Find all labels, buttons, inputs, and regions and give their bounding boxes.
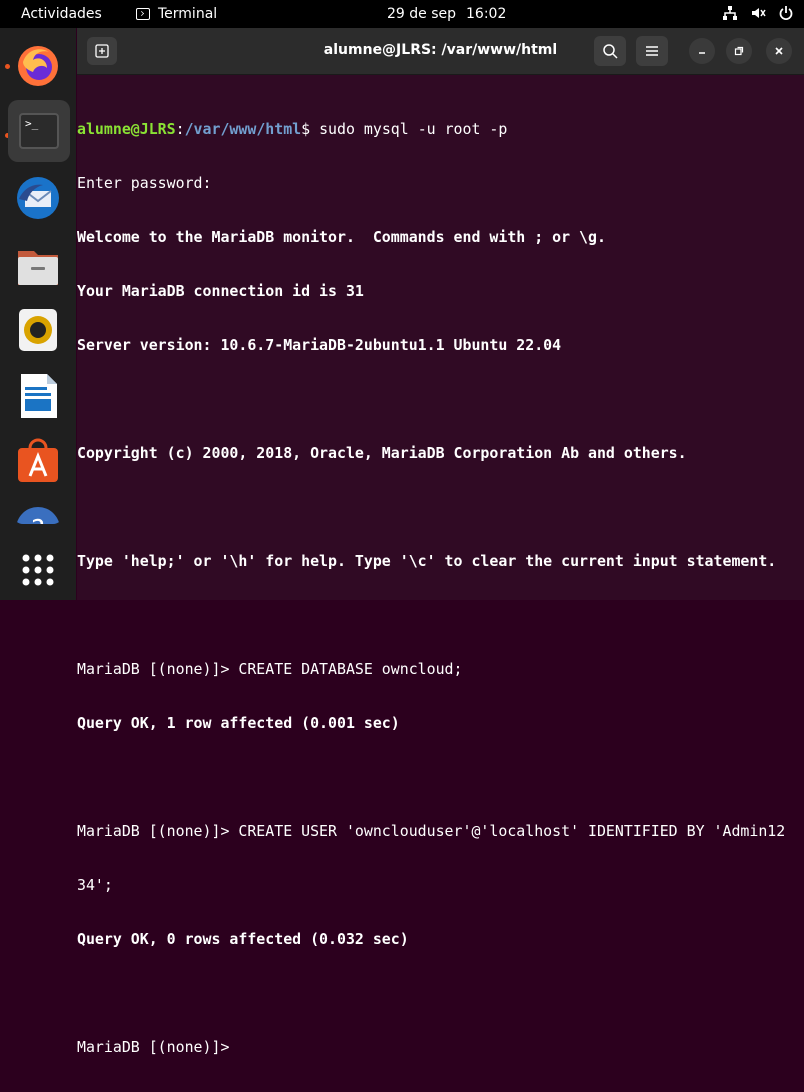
output-line: 34'; [77, 876, 113, 894]
prompt-line: alumne@JLRS:/var/www/html$ sudo mysql -u… [77, 120, 804, 138]
prompt-symbol: $ [301, 120, 311, 138]
activities-button[interactable]: Actividades [21, 6, 102, 22]
prompt-path: /var/www/html [184, 120, 302, 138]
output-line: Your MariaDB connection id is 31 [77, 282, 364, 300]
prompt-user: alumne@JLRS [77, 120, 176, 138]
output-line: Welcome to the MariaDB monitor. Commands… [77, 228, 606, 246]
output-line: MariaDB [(none)]> CREATE USER 'owncloudu… [77, 822, 786, 840]
firefox-icon[interactable] [13, 40, 63, 90]
close-icon [775, 47, 783, 55]
output-line: Type 'help;' or '\h' for help. Type '\c'… [77, 552, 777, 570]
search-button[interactable] [594, 36, 626, 66]
help-icon[interactable]: ? [13, 504, 63, 524]
app-name: Terminal [158, 6, 218, 22]
hamburger-icon [646, 46, 658, 56]
software-icon[interactable] [13, 438, 63, 488]
header-bar[interactable]: alumne@JLRS: /var/www/html [77, 28, 804, 75]
top-bar: Actividades Terminal 29 de sep 16:02 [0, 0, 804, 28]
output-line: Query OK, 1 row affected (0.001 sec) [77, 714, 400, 732]
volume-icon [750, 5, 766, 21]
menu-button[interactable] [636, 36, 668, 66]
close-button[interactable] [766, 38, 792, 64]
maximize-button[interactable] [726, 38, 752, 64]
files-icon[interactable] [13, 241, 63, 291]
rhythmbox-icon[interactable] [13, 305, 63, 355]
output-line: Query OK, 0 rows affected (0.032 sec) [77, 930, 409, 948]
search-icon [603, 44, 618, 59]
app-menu[interactable]: Terminal [136, 6, 217, 22]
thunderbird-icon[interactable] [13, 173, 63, 223]
prompt-separator: : [175, 120, 185, 138]
running-indicator [5, 64, 10, 69]
terminal-window: alumne@JLRS: /var/www/html alumne@JLRS:/… [77, 28, 804, 1056]
clock[interactable]: 29 de sep 16:02 [387, 6, 506, 22]
output-line: Server version: 10.6.7-MariaDB-2ubuntu1.… [77, 336, 562, 354]
minimize-button[interactable] [689, 38, 715, 64]
output-line: Enter password: [77, 174, 212, 192]
mariadb-prompt: MariaDB [(none)]> [77, 1038, 239, 1056]
writer-icon[interactable] [13, 371, 63, 421]
minimize-icon [699, 52, 705, 54]
output-line: Copyright (c) 2000, 2018, Oracle, MariaD… [77, 444, 687, 462]
dock: >_ [0, 28, 76, 600]
terminal-output[interactable]: alumne@JLRS:/var/www/html$ sudo mysql -u… [77, 84, 804, 1056]
command-text: sudo mysql -u root -p [310, 120, 508, 138]
show-apps-icon[interactable] [13, 545, 63, 595]
terminal-app-icon [136, 8, 150, 20]
clock-time: 16:02 [466, 6, 507, 22]
input-line[interactable]: MariaDB [(none)]> [77, 1038, 804, 1056]
maximize-icon [734, 46, 744, 56]
terminal-icon[interactable]: >_ [8, 100, 70, 162]
network-icon [722, 5, 738, 21]
clock-date: 29 de sep [387, 6, 457, 22]
output-line: MariaDB [(none)]> CREATE DATABASE ownclo… [77, 660, 463, 678]
system-tray[interactable] [722, 5, 794, 21]
power-icon [778, 5, 794, 21]
svg-text:?: ? [31, 515, 45, 524]
